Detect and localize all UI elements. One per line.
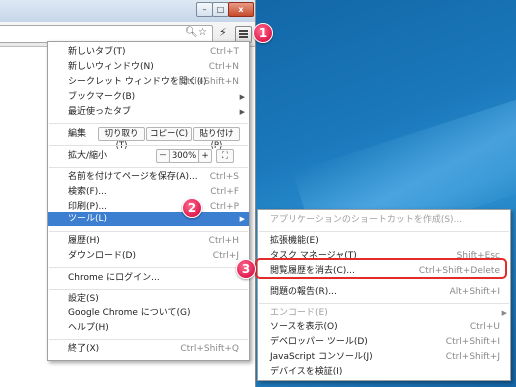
star-icon[interactable]: ☆	[198, 27, 207, 38]
menu-item-label: 新しいタブ(T)	[68, 47, 126, 57]
menu-item-signin[interactable]: Chrome にログイン...	[48, 271, 249, 285]
menu-item-about[interactable]: Google Chrome について(G)	[48, 306, 249, 320]
menu-item-shortcut: Ctrl+Shift+J	[445, 352, 500, 362]
menu-item-new-tab[interactable]: 新しいタブ(T) Ctrl+T	[48, 45, 249, 59]
copy-button[interactable]: コピー(C)	[146, 127, 192, 141]
lightning-icon[interactable]: ⚡︎	[219, 26, 227, 39]
menu-divider	[259, 303, 509, 304]
menu-item-label: 履歴(H)	[68, 236, 100, 246]
tools-submenu: アプリケーションのショートカットを作成(S)... 拡張機能(E) タスク マネ…	[257, 209, 511, 381]
submenu-item-extensions[interactable]: 拡張機能(E)	[258, 234, 510, 248]
callout-badge-3: 3	[236, 259, 256, 279]
menu-divider	[49, 267, 248, 268]
menu-item-incognito[interactable]: シークレット ウィンドウを開く(I) Ctrl+Shift+N	[48, 75, 249, 89]
zoom-in-button[interactable]: +	[198, 149, 212, 163]
menu-item-exit[interactable]: 終了(X) Ctrl+Shift+Q	[48, 342, 249, 356]
menu-item-shortcut: Alt+Shift+I	[449, 287, 500, 297]
menu-item-label: 新しいウィンドウ(N)	[68, 62, 154, 72]
menu-item-save-as[interactable]: 名前を付けてページを保存(A)... Ctrl+S	[48, 170, 249, 184]
zoom-out-button[interactable]: －	[156, 149, 170, 163]
menu-item-shortcut: Ctrl+H	[208, 236, 239, 246]
menu-item-shortcut: Ctrl+J	[212, 251, 239, 261]
submenu-item-view-source[interactable]: ソースを表示(O) Ctrl+U	[258, 320, 510, 334]
menu-row-zoom: 拡大/縮小 － 300% + ⛶	[48, 149, 249, 163]
menu-item-label: 終了(X)	[68, 344, 100, 354]
menu-item-shortcut: Ctrl+S	[209, 172, 239, 182]
menu-item-label: ソースを表示(O)	[270, 322, 338, 332]
menu-item-shortcut: Ctrl+Shift+N	[180, 77, 239, 87]
menu-item-label: ツール(L)	[68, 214, 108, 224]
chevron-right-icon: ▶	[239, 215, 245, 223]
menu-divider	[49, 123, 248, 124]
menu-item-label: ダウンロード(D)	[68, 251, 136, 261]
menu-item-label: Google Chrome について(G)	[68, 308, 191, 318]
menu-item-shortcut: Ctrl+N	[208, 62, 239, 72]
menu-divider	[49, 167, 248, 168]
menu-item-label: 編集	[68, 129, 87, 139]
chevron-right-icon: ▶	[239, 93, 245, 101]
menu-item-shortcut: Ctrl+Shift+Q	[180, 344, 239, 354]
chrome-menu: 新しいタブ(T) Ctrl+T 新しいウィンドウ(N) Ctrl+N シークレッ…	[47, 41, 250, 361]
menu-item-label: アプリケーションのショートカットを作成(S)...	[270, 215, 463, 225]
submenu-item-dev-tools[interactable]: デベロッパー ツール(D) Ctrl+Shift+I	[258, 335, 510, 349]
menu-item-label: 設定(S)	[68, 294, 99, 304]
menu-item-recent-tabs[interactable]: 最近使ったタブ ▶	[48, 105, 249, 119]
menu-item-shortcut: Ctrl+U	[469, 322, 500, 332]
annotation-highlight-box	[255, 258, 507, 279]
menu-item-label: デベロッパー ツール(D)	[270, 337, 368, 347]
submenu-item-inspect-devices[interactable]: デバイスを検証(I)	[258, 365, 510, 379]
menu-item-help[interactable]: ヘルプ(H)	[48, 321, 249, 335]
menu-item-history[interactable]: 履歴(H) Ctrl+H	[48, 234, 249, 248]
menu-row-edit: 編集 切り取り(T) コピー(C) 貼り付け(P)	[48, 127, 249, 151]
menu-item-settings[interactable]: 設定(S)	[48, 292, 249, 306]
submenu-item-create-shortcut[interactable]: アプリケーションのショートカットを作成(S)...	[258, 213, 510, 227]
menu-item-label: 問題の報告(R)...	[270, 287, 337, 297]
submenu-item-js-console[interactable]: JavaScript コンソール(J) Ctrl+Shift+J	[258, 350, 510, 364]
menu-item-shortcut: Ctrl+T	[209, 47, 239, 57]
menu-item-label: デバイスを検証(I)	[270, 367, 343, 377]
callout-badge-1: 1	[253, 23, 273, 43]
close-button[interactable]: x	[228, 2, 254, 17]
title-bar: – □ x	[0, 0, 255, 22]
menu-item-label: 拡大/縮小	[68, 151, 108, 161]
menu-item-find[interactable]: 検索(F)... Ctrl+F	[48, 185, 249, 199]
callout-badge-2: 2	[182, 198, 202, 218]
menu-item-new-window[interactable]: 新しいウィンドウ(N) Ctrl+N	[48, 60, 249, 74]
menu-item-label: JavaScript コンソール(J)	[270, 352, 373, 362]
chevron-right-icon: ▶	[501, 309, 507, 317]
maximize-button[interactable]: □	[212, 2, 229, 17]
paste-button[interactable]: 貼り付け(P)	[193, 127, 240, 151]
menu-item-downloads[interactable]: ダウンロード(D) Ctrl+J	[48, 249, 249, 263]
menu-divider	[49, 289, 248, 290]
menu-divider	[49, 231, 248, 232]
menu-item-label: 最近使ったタブ	[68, 107, 132, 117]
menu-item-label: 拡張機能(E)	[270, 236, 319, 246]
menu-divider	[259, 231, 509, 232]
minimize-button[interactable]: –	[196, 2, 213, 17]
submenu-item-encoding[interactable]: エンコード(E) ▶	[258, 306, 510, 320]
fullscreen-icon[interactable]: ⛶	[216, 149, 234, 163]
menu-item-label: 名前を付けてページを保存(A)...	[68, 172, 198, 182]
menu-item-tools[interactable]: ツール(L) ▶	[48, 212, 249, 226]
menu-item-label: 検索(F)...	[68, 187, 107, 197]
menu-item-label: ブックマーク(B)	[68, 92, 136, 102]
cut-button[interactable]: 切り取り(T)	[98, 127, 145, 151]
zoom-level: 300%	[169, 149, 199, 163]
menu-item-label: エンコード(E)	[270, 308, 328, 318]
menu-divider	[49, 145, 248, 146]
menu-item-bookmarks[interactable]: ブックマーク(B) ▶	[48, 90, 249, 104]
magnifier-icon[interactable]: 🔍︎	[185, 27, 198, 38]
menu-item-shortcut: Ctrl+Shift+I	[445, 337, 500, 347]
submenu-item-report-issue[interactable]: 問題の報告(R)... Alt+Shift+I	[258, 285, 510, 299]
chevron-right-icon: ▶	[239, 108, 245, 116]
menu-item-label: Chrome にログイン...	[68, 273, 160, 283]
menu-item-label: ヘルプ(H)	[68, 323, 109, 333]
menu-divider	[49, 339, 248, 340]
menu-item-shortcut: Ctrl+F	[210, 187, 239, 197]
